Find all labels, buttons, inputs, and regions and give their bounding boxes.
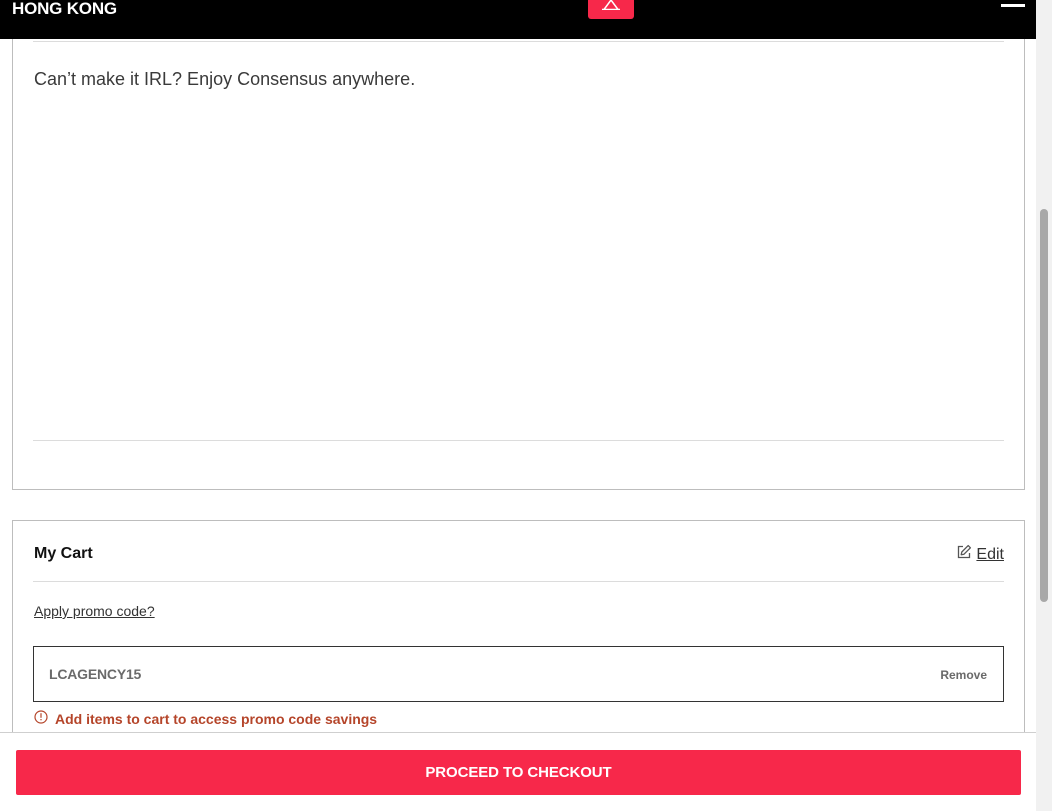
apply-promo-link[interactable]: Apply promo code? — [34, 603, 155, 619]
menu-icon[interactable] — [1001, 4, 1025, 7]
alert-icon — [599, 0, 623, 10]
virtual-attendance-card: Can’t make it IRL? Enjoy Consensus anywh… — [12, 20, 1025, 490]
alert-circle-icon — [34, 710, 48, 727]
proceed-to-checkout-button[interactable]: PROCEED TO CHECKOUT — [16, 750, 1021, 795]
page-viewport: Can’t make it IRL? Enjoy Consensus anywh… — [0, 0, 1052, 811]
scrollbar-thumb[interactable] — [1040, 209, 1048, 602]
divider — [33, 41, 1004, 42]
page-scrollbar[interactable] — [1036, 0, 1052, 811]
promo-code-value: LCAGENCY15 — [49, 666, 142, 682]
promo-error-text: Add items to cart to access promo code s… — [55, 710, 378, 727]
edit-cart-link[interactable]: Edit — [956, 544, 1004, 565]
cart-title: My Cart — [34, 545, 93, 562]
divider — [33, 440, 1004, 441]
site-header: HONG KONG — [0, 0, 1036, 39]
virtual-tagline: Can’t make it IRL? Enjoy Consensus anywh… — [34, 69, 416, 89]
cart-card: My Cart Edit Apply promo code? LCAGENCY1… — [12, 520, 1025, 762]
divider — [33, 581, 1004, 582]
edit-label: Edit — [976, 545, 1004, 563]
checkout-bar: PROCEED TO CHECKOUT — [0, 732, 1036, 811]
promo-code-field[interactable]: LCAGENCY15 Remove — [33, 646, 1004, 702]
remove-promo-button[interactable]: Remove — [940, 668, 987, 682]
brand-title: HONG KONG — [12, 0, 117, 18]
edit-icon — [956, 544, 972, 565]
promo-error-message: Add items to cart to access promo code s… — [34, 710, 377, 727]
alert-button[interactable] — [588, 0, 634, 19]
